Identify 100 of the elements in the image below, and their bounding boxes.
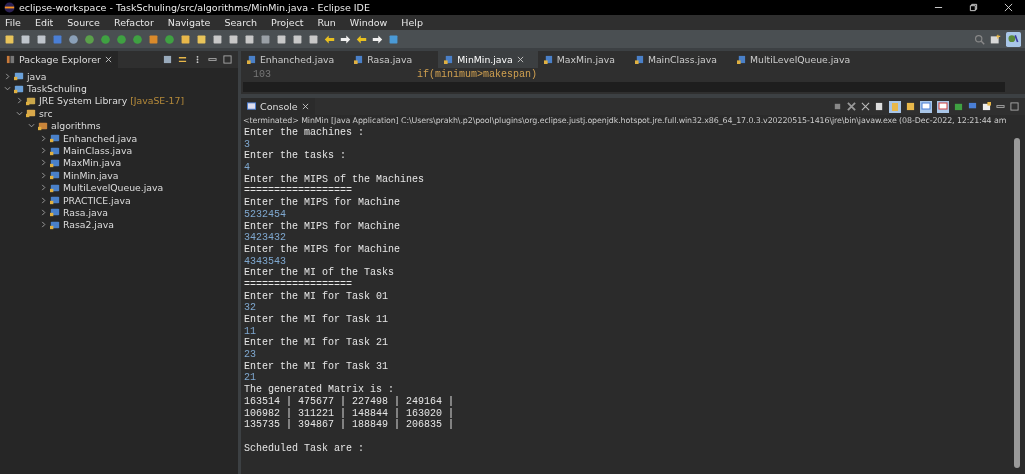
maximize-icon[interactable] [223,55,232,64]
close-icon[interactable] [1004,3,1013,12]
tree-item[interactable]: Rasa.java [63,207,108,218]
menu-item[interactable]: Source [67,17,100,28]
chevron-icon[interactable] [40,134,47,142]
console-output-line: Enter the MIPS of the Machines [244,173,425,185]
tree-item[interactable]: MultiLevelQueue.java [63,182,164,194]
menu-item[interactable]: Edit [34,17,54,28]
editor-tab[interactable]: Rasa.java [348,51,439,68]
tree-item[interactable]: Enhanched.java [63,132,138,144]
chevron-icon[interactable] [4,72,11,80]
menu-item[interactable]: Project [271,17,304,28]
chevron-icon[interactable] [40,159,47,167]
tree-item[interactable]: MinMin.java [63,169,119,181]
java-file-icon [444,55,454,64]
editor-tab[interactable]: MultiLevelQueue.java [731,51,865,68]
java-file-icon [50,145,60,156]
menu-item[interactable]: Navigate [167,17,211,28]
console-output-line: Enter the MIPS for Machine [244,220,401,232]
new-console-icon[interactable] [982,102,991,111]
java-file-icon [50,157,60,168]
console-output-line: Enter the MIPS for Machine [244,243,401,255]
console-input-line: 4 [244,162,250,174]
console-output-line: Enter the MI for Task 11 [244,314,389,325]
editor-tab[interactable]: MainClass.java [628,51,731,68]
remove-all-icon[interactable] [861,102,870,111]
chevron-icon[interactable] [16,97,23,105]
console-output-line: Enter the MI for Task 31 [244,360,389,372]
console-output-line: ================== [244,185,353,197]
console-output-line: Scheduled Task are : [244,442,365,454]
eclipse-logo-icon [4,2,15,13]
tab-label: Console [260,101,298,112]
console-output-line: The generated Matrix is : [244,384,395,396]
window-title: eclipse-workspace - TaskSchuling/src/algorithms/MinMin.java - Eclipse IDE [19,2,370,13]
chevron-icon[interactable] [28,122,35,130]
java-file-icon [50,182,60,193]
tree-item[interactable]: PRACTICE.java [63,194,131,206]
console-output-line: 135735 | 394867 | 188849 | 206835 | [244,419,455,431]
chevron-icon[interactable] [40,147,47,155]
console-output-line: Enter the machines : [244,127,365,138]
tree-item[interactable]: src [39,107,53,119]
chevron-icon[interactable] [40,171,47,179]
close-icon[interactable] [104,56,112,63]
remove-icon[interactable] [847,102,856,111]
tree-item[interactable]: TaskSchuling [27,83,87,95]
editor-tab[interactable]: MaxMin.java [537,51,629,68]
editor-tab[interactable]: Enhanched.java [241,51,349,68]
console-input-line: 23 [244,349,256,361]
menu-item[interactable]: Help [401,17,423,28]
menu-item[interactable]: Refactor [113,17,154,28]
chevron-icon[interactable] [4,85,11,93]
java-file-icon [50,207,60,218]
menu-item[interactable]: Search [224,17,258,28]
java-file-icon [247,55,256,64]
scrollbar[interactable] [1014,138,1020,468]
package-icon [38,120,48,131]
close-icon[interactable] [516,56,524,63]
java-file-icon [50,219,60,230]
menu-item[interactable]: File [5,17,21,28]
menu-item[interactable]: Run [317,17,336,28]
tree-item[interactable]: JRE System Library [39,95,128,107]
editor-tab[interactable]: MinMin.java [438,51,538,68]
console-output-line: 163514 | 475677 | 227498 | 249164 | [244,395,455,407]
arrow-left-icon[interactable] [356,33,367,45]
tree-item[interactable]: MainClass.java [63,145,133,157]
arrow-right-icon[interactable] [340,33,351,45]
library-icon [26,95,36,106]
chevron-icon[interactable] [16,109,23,117]
console-output-line: ================== [244,278,353,290]
console-input-line: 21 [244,372,256,384]
tree-item[interactable]: java [27,70,47,82]
java-file-icon [543,55,553,64]
java-file-icon [50,195,60,206]
java-file-icon [354,55,364,64]
maximize-icon[interactable] [1010,102,1019,111]
console-output-line: Enter the MI for Task 21 [244,337,389,349]
java-file-icon [634,55,644,64]
console-tab[interactable]: Console [241,98,315,115]
stop-icon[interactable] [833,102,842,111]
console-input-line: 3423432 [244,232,286,244]
chevron-icon[interactable] [40,221,47,229]
tree-item[interactable]: algorithms [51,120,101,132]
chevron-icon[interactable] [40,196,47,204]
tree-item[interactable]: MaxMin.java [63,157,122,169]
arrow-right-icon[interactable] [372,33,383,45]
close-icon[interactable] [301,103,309,110]
tree-item[interactable]: Rasa2.java [63,219,114,231]
console-input-line: 5232454 [244,208,286,220]
chevron-icon[interactable] [40,184,47,192]
java-file-icon [50,133,60,144]
java-file-icon [50,170,60,181]
restore-icon[interactable] [969,3,978,12]
package-explorer-tab[interactable]: Package Explorer [0,51,118,68]
tree-item-decoration: [JavaSE-17] [130,95,185,107]
menu-item[interactable]: Window [349,17,388,28]
arrow-left-icon[interactable] [324,33,335,45]
chevron-icon[interactable] [40,209,47,216]
java-file-icon [737,55,746,64]
line-number: 103 [252,68,271,80]
open-perspective-icon[interactable] [990,33,1001,45]
